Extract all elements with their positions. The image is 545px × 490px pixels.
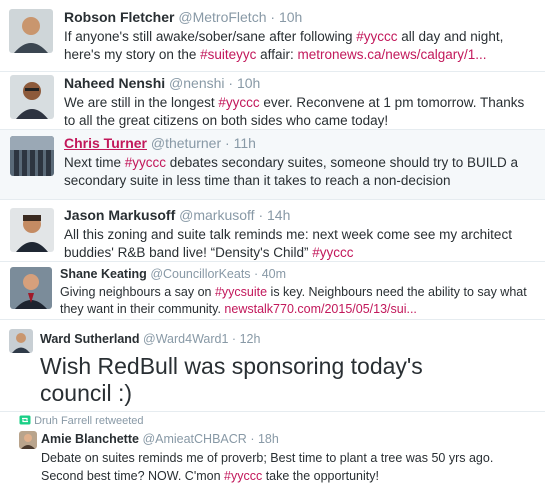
hashtag-link[interactable]: #yycsuite (215, 285, 267, 299)
author-handle[interactable]: @theturner (151, 135, 221, 151)
tweet[interactable]: Naheed Nenshi @nenshi · 10h We are still… (0, 72, 545, 130)
author-name[interactable]: Chris Turner (64, 135, 147, 151)
url-link[interactable]: metronews.ca/news/calgary/1... (297, 47, 486, 62)
tweet-text: All this zoning and suite talk reminds m… (64, 227, 512, 260)
avatar[interactable] (10, 208, 54, 252)
tweet[interactable]: Shane Keating @CouncillorKeats · 40m Giv… (0, 262, 545, 320)
author-name[interactable]: Jason Markusoff (64, 207, 175, 223)
tweet-text: Next time #yyccc debates secondary suite… (64, 155, 518, 188)
retweet-label[interactable]: Druh Farrell retweeted (34, 415, 143, 427)
tweet-text: If anyone's still awake/sober/sane after… (64, 29, 504, 62)
tweet[interactable]: Druh Farrell retweeted Amie Blanchette @… (0, 412, 545, 490)
avatar[interactable] (10, 136, 54, 176)
timestamp[interactable]: 10h (279, 9, 302, 25)
tweet-text: We are still in the longest #yyccc ever.… (64, 95, 525, 128)
author-handle[interactable]: @Ward4Ward1 (143, 332, 228, 346)
author-handle[interactable]: @CouncillorKeats (150, 267, 250, 281)
avatar[interactable] (10, 267, 52, 309)
author-name[interactable]: Amie Blanchette (41, 432, 139, 446)
tweet-text: Wish RedBull was sponsoring today's coun… (40, 353, 423, 406)
timestamp[interactable]: 10h (237, 75, 260, 91)
author-handle[interactable]: @nenshi (169, 75, 224, 91)
separator-dot: · (270, 9, 276, 25)
separator-dot: · (254, 267, 259, 281)
avatar[interactable] (19, 431, 37, 449)
tweet[interactable]: Jason Markusoff @markusoff · 14h All thi… (0, 200, 545, 262)
hashtag-link[interactable]: #yyccc (356, 29, 397, 44)
avatar[interactable] (9, 9, 53, 53)
separator-dot: · (258, 207, 264, 223)
separator-dot: · (225, 135, 230, 151)
hashtag-link[interactable]: #yyccc (312, 245, 353, 260)
separator-dot: · (231, 332, 237, 346)
url-link[interactable]: newstalk770.com/2015/05/13/sui... (224, 302, 416, 316)
retweet-icon (19, 415, 31, 427)
timestamp[interactable]: 12h (240, 332, 261, 346)
avatar[interactable] (10, 75, 54, 119)
timestamp[interactable]: 18h (258, 432, 279, 446)
tweet[interactable]: Robson Fletcher @MetroFletch · 10h If an… (0, 0, 545, 72)
author-handle[interactable]: @markusoff (179, 207, 254, 223)
tweet-highlighted[interactable]: Chris Turner @theturner · 11h Next time … (0, 130, 545, 200)
tweet[interactable]: Ward Sutherland @Ward4Ward1 · 12h Wish R… (0, 320, 545, 412)
separator-dot: · (250, 432, 255, 446)
author-name[interactable]: Robson Fletcher (64, 9, 174, 25)
hashtag-link[interactable]: #yyccc (125, 155, 166, 170)
separator-dot: · (228, 75, 234, 91)
timestamp[interactable]: 11h (234, 135, 256, 151)
author-name[interactable]: Ward Sutherland (40, 332, 140, 346)
author-handle[interactable]: @MetroFletch (178, 9, 266, 25)
author-name[interactable]: Naheed Nenshi (64, 75, 165, 91)
hashtag-link[interactable]: #yyccc (218, 95, 259, 110)
hashtag-link[interactable]: #yyccc (224, 469, 262, 483)
timestamp[interactable]: 40m (262, 267, 286, 281)
author-handle[interactable]: @AmieatCHBACR (142, 432, 246, 446)
hashtag-link[interactable]: #suiteyyc (200, 47, 256, 62)
author-name[interactable]: Shane Keating (60, 267, 147, 281)
tweet-text: Debate on suites reminds me of proverb; … (41, 451, 494, 483)
tweet-text: Giving neighbours a say on #yycsuite is … (60, 285, 527, 316)
avatar[interactable] (9, 329, 33, 353)
timestamp[interactable]: 14h (267, 207, 290, 223)
